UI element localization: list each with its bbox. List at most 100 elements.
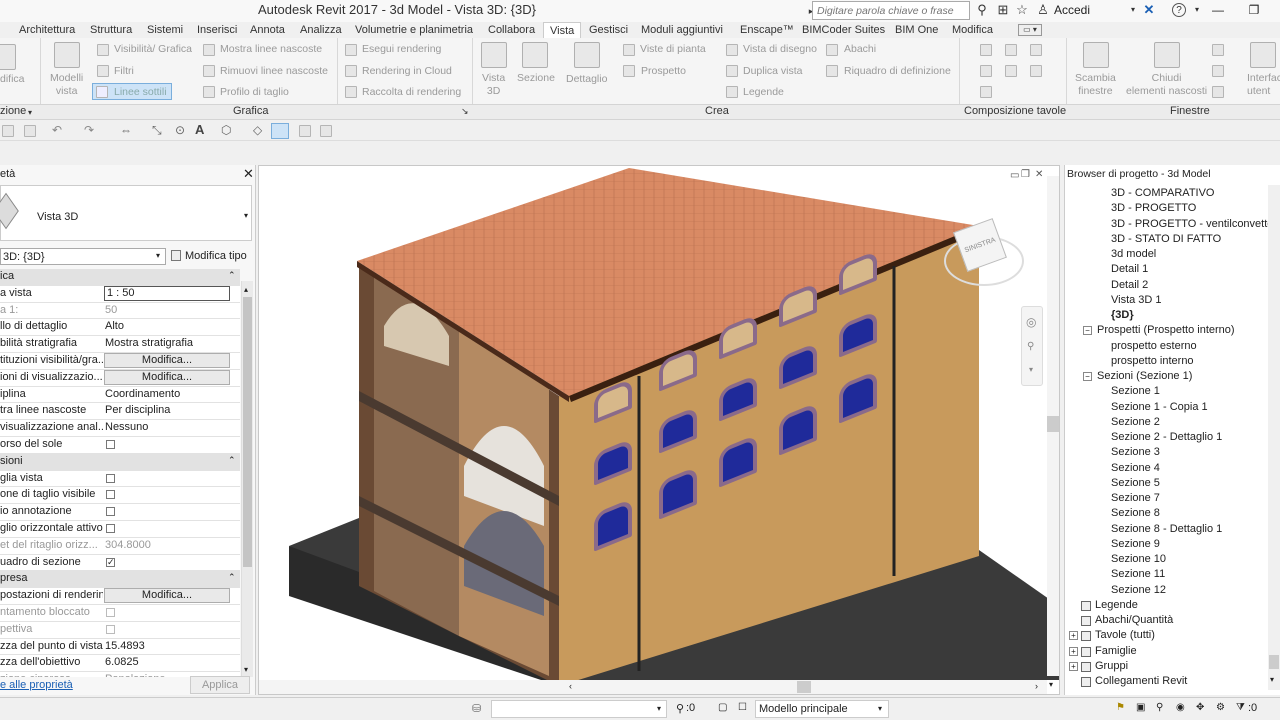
browser-scrollbar[interactable]: ▾ (1268, 185, 1280, 690)
minimize-button[interactable]: — (1206, 0, 1230, 22)
property-row[interactable]: a vista 1 : 50 (0, 285, 240, 303)
tree-item[interactable]: Vista 3D 1 (1111, 294, 1162, 306)
edit-button[interactable]: Modifica... (104, 353, 230, 368)
tree-item[interactable]: Sezione 4 (1111, 462, 1160, 474)
view-close-button[interactable]: ✕ (1035, 169, 1043, 180)
filters-button[interactable]: Filtri (114, 65, 134, 77)
user-interface-icon[interactable] (1250, 42, 1276, 68)
3d-view-button[interactable]: Vista 3D (482, 72, 505, 98)
sheet-icon[interactable] (980, 44, 992, 56)
3d-view-qat-icon[interactable]: ⬡ (221, 123, 231, 137)
property-row[interactable]: a 1: 50 (0, 302, 240, 320)
tree-item[interactable]: Gruppi (1095, 660, 1128, 672)
tag-icon[interactable]: ⊙ (175, 123, 185, 137)
nav-options-icon[interactable]: ▾ (1029, 365, 1033, 374)
schedules-icon[interactable] (826, 44, 838, 56)
property-row[interactable]: glia vista (0, 470, 240, 488)
3d-view-icon[interactable] (481, 42, 507, 68)
render-gallery-icon[interactable] (345, 86, 357, 98)
drafting-view-icon[interactable] (726, 44, 738, 56)
tree-item[interactable]: Prospetti (Prospetto interno) (1097, 324, 1235, 336)
edit-type-button[interactable]: Modifica tipo (185, 250, 247, 262)
property-row[interactable]: bilità stratigrafia Mostra stratigrafia (0, 336, 240, 353)
callout-icon[interactable] (574, 42, 600, 68)
tree-item[interactable]: 3D - PROGETTO - ventilconvettore (1111, 218, 1280, 230)
exchange-icon[interactable]: ✕ (1142, 3, 1156, 17)
tree-item[interactable]: Sezione 1 - Copia 1 (1111, 401, 1208, 413)
tab-volumetrie[interactable]: Volumetrie e planimetria (355, 22, 473, 38)
switch-windows-button[interactable]: Scambia finestre (1075, 72, 1116, 98)
dimension-icon[interactable]: ⤡ (152, 123, 162, 138)
tab-bimcoder[interactable]: BIMCoder Suites (802, 22, 885, 38)
property-checkbox[interactable] (106, 608, 115, 617)
property-checkbox[interactable] (106, 507, 115, 517)
tree-item[interactable]: Sezione 2 - Dettaglio 1 (1111, 431, 1222, 443)
tree-item[interactable]: Sezioni (Sezione 1) (1097, 370, 1192, 382)
view-templates-button[interactable]: Modelli vista (50, 72, 83, 98)
tree-item[interactable]: Sezione 10 (1111, 553, 1166, 565)
visibility-graphics-button[interactable]: Visibilità/ Grafica (114, 43, 192, 55)
workset-select[interactable]: ▾ (491, 700, 667, 718)
tree-item[interactable]: 3D - STATO DI FATTO (1111, 233, 1221, 245)
tree-item[interactable]: {3D} (1111, 309, 1134, 321)
replicate-icon[interactable] (1212, 44, 1224, 56)
browser-scroll-thumb[interactable] (1269, 655, 1279, 669)
cloud-render-icon[interactable] (345, 65, 357, 77)
section-icon[interactable] (522, 42, 548, 68)
redo-icon[interactable]: ↷ (84, 123, 94, 137)
tree-expander[interactable]: + (1069, 661, 1078, 671)
edit-button[interactable]: Modifica... (104, 369, 230, 385)
drag-select-icon[interactable]: ✥ (1196, 702, 1204, 713)
tab-struttura[interactable]: Struttura (90, 22, 132, 38)
text-icon[interactable]: A (195, 122, 204, 137)
3d-viewport[interactable]: SINISTRA ◎ ⚲ ▾ ▭ ❐ ✕ ▾ ‹ › (258, 165, 1060, 695)
tab-modifica[interactable]: Modifica (952, 22, 993, 38)
remove-hidden-lines-button[interactable]: Rimuovi linee nascoste (220, 65, 328, 77)
property-group-header[interactable]: ica ⌃ (0, 269, 240, 286)
modify-button[interactable]: difica (0, 73, 25, 85)
scope-box-icon[interactable] (826, 65, 838, 77)
save-icon[interactable] (2, 125, 14, 137)
visibility-graphics-icon[interactable] (97, 44, 109, 56)
property-row[interactable]: postazioni di rendering Modifica... (0, 588, 240, 605)
property-row[interactable]: io annotazione (0, 504, 240, 521)
switch-windows-qat-icon[interactable] (320, 125, 332, 137)
link-select-icon[interactable]: ⚑ (1116, 702, 1125, 713)
property-checkbox[interactable] (106, 473, 115, 483)
edit-button[interactable]: Modifica... (104, 588, 230, 604)
collapse-icon[interactable]: ⌃ (228, 572, 236, 583)
pinned-select-icon[interactable]: ⚲ (1156, 702, 1163, 713)
background-process-icon[interactable]: ⚙ (1216, 702, 1225, 713)
scroll-up-icon[interactable]: ▴ (244, 285, 248, 294)
hscroll-right-icon[interactable]: › (1035, 681, 1038, 691)
guide-grid-icon[interactable] (1030, 65, 1042, 77)
properties-scrollbar[interactable]: ▴ ▾ (241, 281, 253, 677)
close-windows-icon[interactable] (299, 125, 311, 137)
view-templates-icon[interactable] (54, 42, 80, 68)
property-row[interactable]: ntamento bloccato (0, 605, 240, 622)
revisions-icon[interactable] (1005, 65, 1017, 77)
tab-analizza[interactable]: Analizza (300, 22, 342, 38)
property-row[interactable]: orso del sole (0, 437, 240, 454)
browser-scroll-down-icon[interactable]: ▾ (1270, 675, 1274, 684)
collapse-icon[interactable]: ⌃ (228, 455, 236, 466)
tree-expander[interactable]: − (1083, 326, 1092, 336)
tab-gestisci[interactable]: Gestisci (589, 22, 628, 38)
close-hidden-button[interactable]: Chiudi elementi nascosti (1126, 72, 1207, 98)
sign-in-button[interactable]: Accedi (1054, 3, 1090, 17)
elevation-icon[interactable] (623, 65, 635, 77)
property-group-header[interactable]: sioni ⌃ (0, 453, 240, 471)
tree-item[interactable]: Tavole (tutti) (1095, 629, 1155, 641)
elevation-button[interactable]: Prospetto (641, 65, 686, 77)
tree-item[interactable]: Legende (1095, 599, 1138, 611)
section-qat-icon[interactable]: ◇ (253, 123, 262, 137)
property-row[interactable]: et del ritaglio orizz... 304.8000 (0, 537, 240, 555)
cut-profile-icon[interactable] (203, 86, 215, 98)
property-row[interactable]: glio orizzontale attivo (0, 521, 240, 538)
schedules-button[interactable]: Abachi (844, 43, 876, 55)
tree-item[interactable]: prospetto interno (1111, 355, 1194, 367)
star-icon[interactable]: ☆ (1015, 3, 1029, 17)
property-value[interactable]: 6.0825 (105, 656, 139, 668)
collapse-icon[interactable]: ⌃ (228, 270, 236, 281)
property-row[interactable]: zza dell'obiettivo 6.0825 (0, 655, 240, 673)
